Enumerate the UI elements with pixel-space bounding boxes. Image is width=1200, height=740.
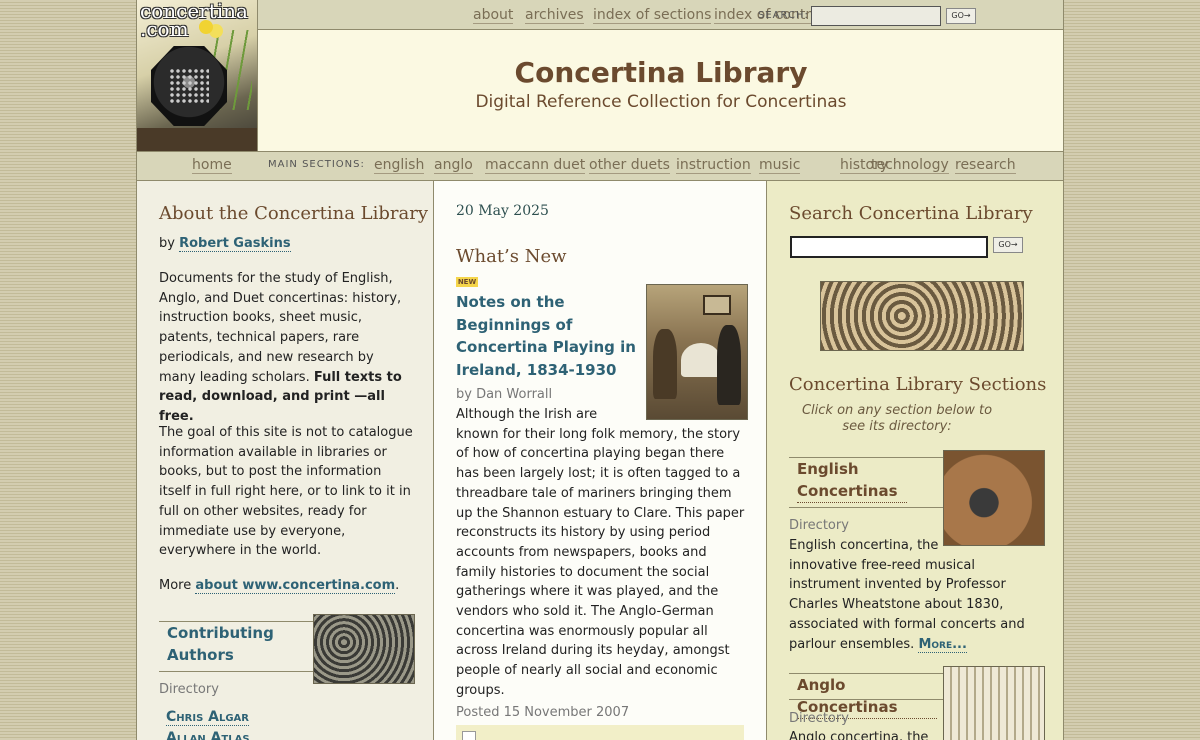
nav-other-duets[interactable]: other duets [589,157,670,174]
top-nav: about archives index of sections index o… [258,0,1063,30]
painting-frame-graphic [703,295,731,315]
next-item-strip [456,725,744,740]
library-search-heading: Search Concertina Library [789,203,1033,224]
about-byline: by Robert Gaskins [159,234,291,254]
nav-archives[interactable]: archives [525,7,584,24]
anglo-directory-label: Directory [789,711,849,726]
logo-base-graphic [137,128,257,151]
nav-home[interactable]: home [192,157,232,174]
date-display: 20 May 2025 [456,203,549,219]
header-search-input[interactable] [811,6,941,26]
sidebar-column: Search Concertina Library GO→ Concertina… [767,181,1063,740]
nav-technology[interactable]: technology [871,157,949,174]
nav-english[interactable]: english [374,157,425,174]
nav-about[interactable]: about [473,7,514,24]
site-subtitle: Digital Reference Collection for Concert… [475,92,847,112]
contributor-link[interactable]: Chris Algar [166,709,249,726]
about-paragraph-1: Documents for the study of English, Angl… [159,269,414,427]
more-suffix: . [395,578,400,593]
sections-hint: Click on any section below to see its di… [801,403,993,434]
english-description-text: English concertina, the innovative free-… [789,538,1025,652]
whats-new-column: 20 May 2025 What’s New NEW Notes on the … [434,181,767,740]
nav-music[interactable]: music [759,157,801,174]
contributing-authors-link[interactable]: Contributing Authors [167,622,277,666]
tablecloth-graphic [681,343,721,377]
anglo-description: Anglo concertina, the [789,730,929,740]
about-column: About the Concertina Library by Robert G… [137,181,434,740]
posted-date: Posted 15 November 2007 [456,705,630,720]
seated-man-graphic [717,325,741,405]
library-search-input[interactable] [790,236,988,258]
nav-instruction[interactable]: instruction [676,157,751,174]
site-logo[interactable]: concertina .com [137,0,258,151]
english-float-spacer [943,536,1049,550]
contrib-rule-bottom [159,671,313,672]
article-summary-text: Although the Irish are known for their l… [456,407,745,698]
masthead: Concertina Library Digital Reference Col… [258,30,1063,151]
document-icon[interactable] [462,731,476,740]
about-more: More about www.concertina.com. [159,576,399,596]
page: concertina .com about archives index of s… [136,0,1064,740]
nav-index-of-sections[interactable]: index of sections [593,7,712,24]
search-label: SEARCH: [758,10,809,21]
contributor-link[interactable]: Allan Atlas [166,730,250,740]
anglo-rule-bottom [789,699,943,700]
nav-research[interactable]: research [955,157,1016,174]
contrib-directory-label: Directory [159,682,219,697]
about-site-link[interactable]: about www.concertina.com [195,578,396,594]
english-description: English concertina, the innovative free-… [789,536,1049,654]
main-nav: home MAIN SECTIONS: english anglo maccan… [137,151,1063,181]
main-sections-label: MAIN SECTIONS: [268,159,365,170]
new-badge: NEW [456,277,478,287]
button-dots-graphic [169,68,209,104]
more-prefix: More [159,578,192,593]
english-directory-label: Directory [789,518,849,533]
english-rule-bottom [789,507,943,508]
english-concertinas-link[interactable]: English Concertinas [797,458,907,503]
author-link[interactable]: Robert Gaskins [179,236,291,252]
article-byline: by Dan Worrall [456,387,553,402]
by-prefix: by [159,236,175,251]
whats-new-heading: What’s New [456,246,567,267]
header-go-button[interactable]: GO→ [946,8,976,24]
english-concertina-image[interactable] [943,450,1045,546]
english-more-link[interactable]: More... [918,636,967,653]
concertinas-banner-image [820,281,1024,351]
seated-woman-graphic [653,329,677,399]
nav-anglo[interactable]: anglo [434,157,473,174]
site-title: Concertina Library [514,56,808,89]
about-paragraph-2: The goal of this site is not to catalogu… [159,425,413,559]
library-go-button[interactable]: GO→ [993,237,1023,253]
about-heading: About the Concertina Library [159,203,429,224]
logo-text: concertina .com [140,0,248,41]
article-title-link[interactable]: Notes on the Beginnings of Concertina Pl… [456,291,636,381]
anglo-concertina-image[interactable] [943,666,1045,740]
contributors-photo[interactable] [313,614,415,684]
summary-float-spacer [614,405,746,421]
about-paragraph-1-text: Documents for the study of English, Angl… [159,271,402,385]
library-sections-heading: Concertina Library Sections [789,374,1047,395]
article-painting-thumbnail[interactable] [646,284,748,420]
nav-maccann-duet[interactable]: maccann duet [485,157,586,174]
article-summary: Although the Irish are known for their l… [456,405,746,701]
